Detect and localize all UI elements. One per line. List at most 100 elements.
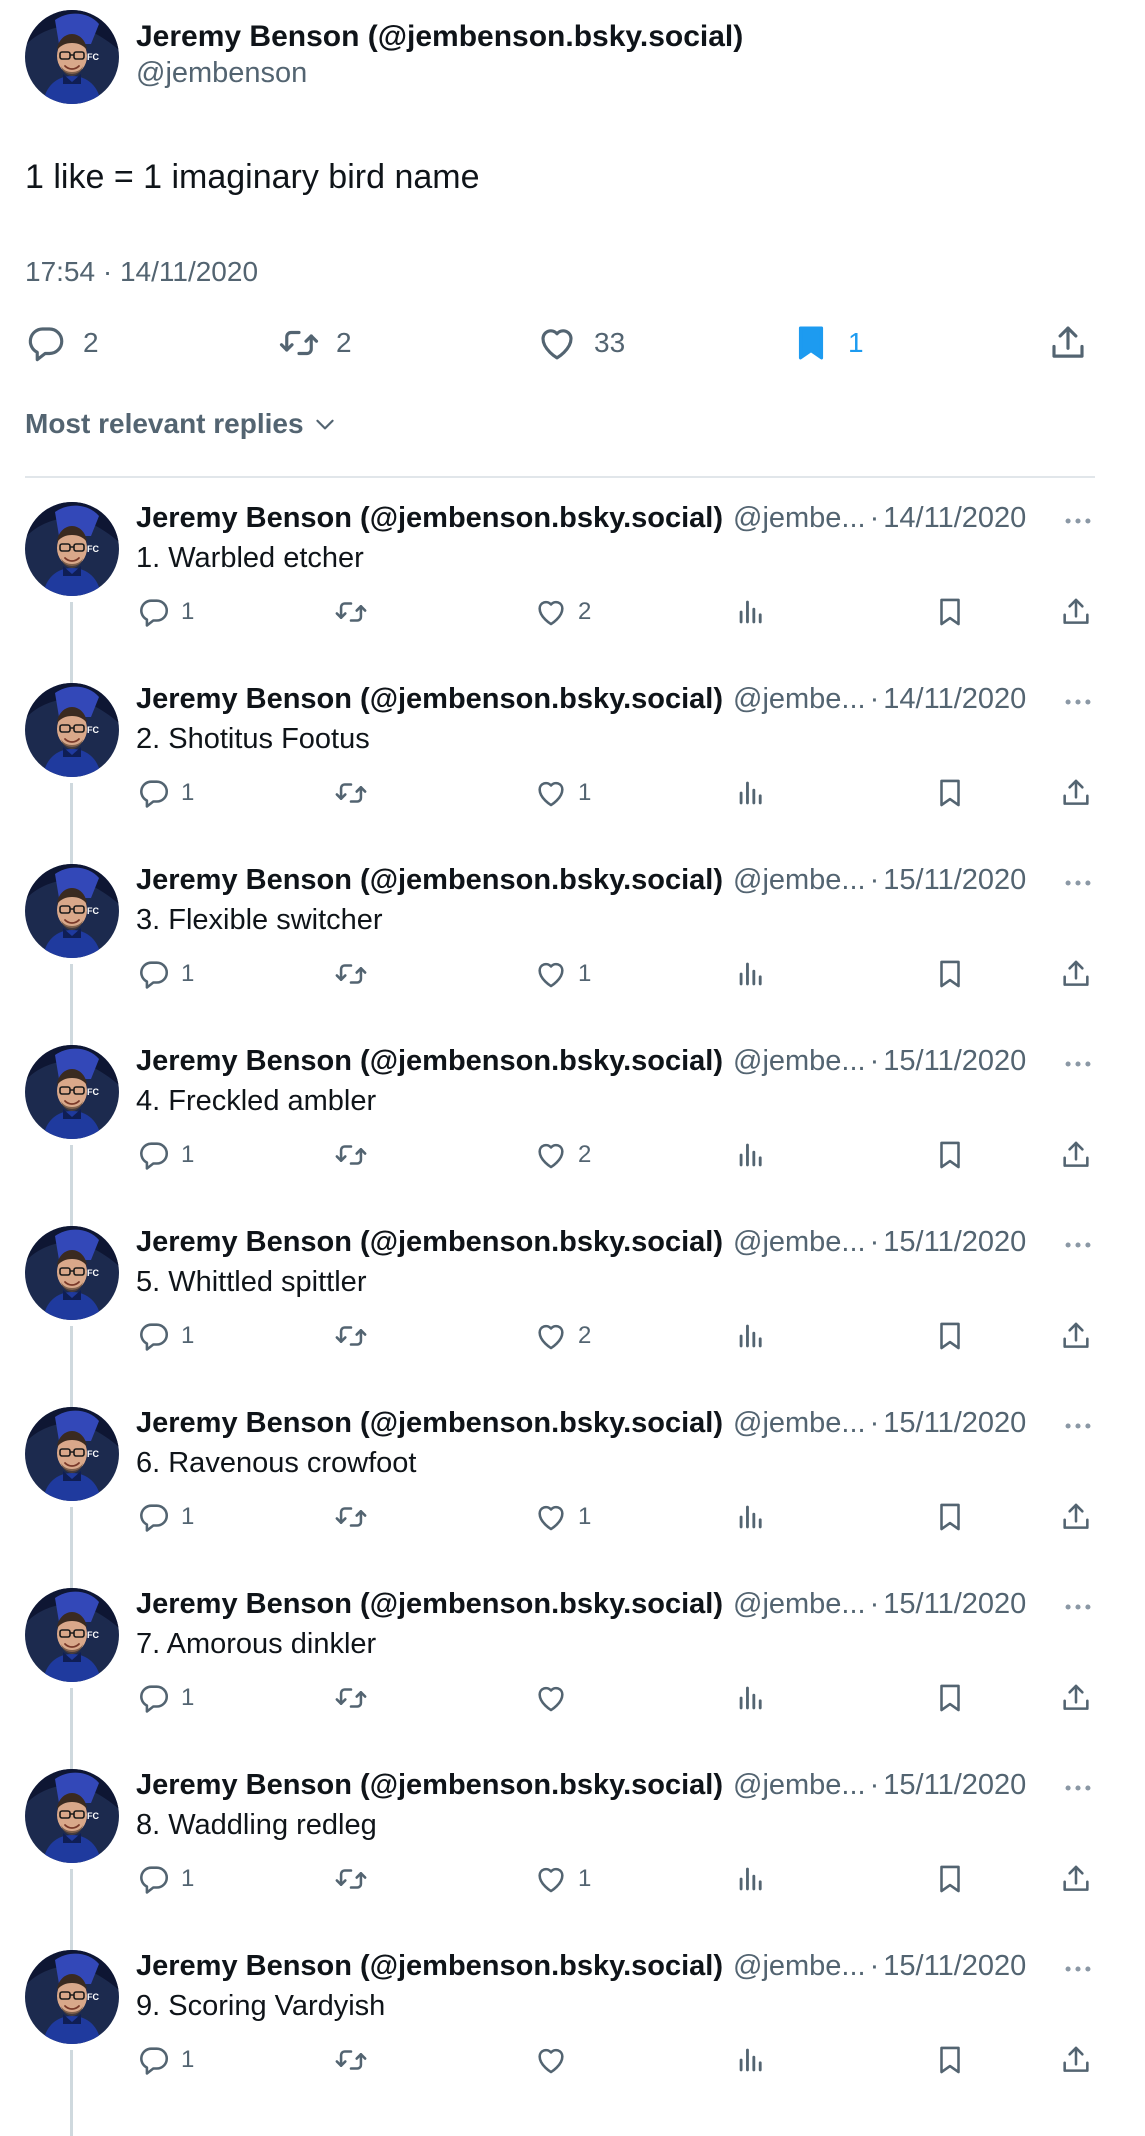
reply-avatar[interactable] [25,1045,119,1139]
reply-author-handle[interactable]: @jembe... [733,864,866,897]
bookmark-button[interactable] [933,2040,967,2080]
like-button[interactable]: 1 [534,1497,591,1537]
reply-avatar[interactable] [25,1769,119,1863]
share-button[interactable] [1059,1859,1093,1899]
like-button[interactable]: 2 [534,592,591,632]
reply-avatar[interactable] [25,1950,119,2044]
like-button[interactable] [534,2040,578,2080]
reply-author-handle[interactable]: @jembe... [733,683,866,716]
repost-button[interactable] [334,773,368,813]
share-button[interactable] [1059,954,1093,994]
repost-button[interactable] [334,1135,368,1175]
reply-date[interactable]: 15/11/2020 [883,1045,1026,1078]
share-button[interactable] [1059,1316,1093,1356]
reply-avatar[interactable] [25,1407,119,1501]
reply-avatar[interactable] [25,864,119,958]
reply-date[interactable]: 15/11/2020 [883,1588,1026,1621]
more-options-button[interactable] [1058,687,1098,717]
views-button[interactable] [734,1678,768,1718]
reply-button[interactable]: 1 [137,592,194,632]
author-handle[interactable]: @jembenson [136,57,307,90]
bookmark-button[interactable] [933,773,967,813]
views-button[interactable] [734,592,768,632]
reply-author-name[interactable]: Jeremy Benson (@jembenson.bsky.social) [136,864,723,897]
reply-date[interactable]: 15/11/2020 [883,864,1026,897]
bookmark-button[interactable] [933,1859,967,1899]
author-name[interactable]: Jeremy Benson (@jembenson.bsky.social) [136,20,743,54]
reply-author-name[interactable]: Jeremy Benson (@jembenson.bsky.social) [136,1226,723,1259]
reply-date[interactable]: 15/11/2020 [883,1407,1026,1440]
reply-button[interactable]: 1 [137,1135,194,1175]
reply-button[interactable]: 1 [137,1678,194,1718]
bookmark-button[interactable] [933,1135,967,1175]
reply-item[interactable]: Jeremy Benson (@jembenson.bsky.social) @… [0,1566,1145,1774]
reply-author-name[interactable]: Jeremy Benson (@jembenson.bsky.social) [136,1407,723,1440]
bookmark-button[interactable] [933,1678,967,1718]
like-button[interactable]: 2 [534,1316,591,1356]
reply-button[interactable]: 2 [25,318,99,368]
more-options-button[interactable] [1058,868,1098,898]
views-button[interactable] [734,1316,768,1356]
reply-author-handle[interactable]: @jembe... [733,1407,866,1440]
bookmark-button[interactable] [933,1316,967,1356]
more-options-button[interactable] [1058,1592,1098,1622]
like-button[interactable]: 1 [534,954,591,994]
more-options-button[interactable] [1058,1411,1098,1441]
tweet-timestamp[interactable]: 17:54 · 14/11/2020 [25,256,258,288]
views-button[interactable] [734,773,768,813]
share-button[interactable] [1059,592,1093,632]
share-button[interactable] [1047,318,1089,368]
more-options-button[interactable] [1058,506,1098,536]
reply-item[interactable]: Jeremy Benson (@jembenson.bsky.social) @… [0,1928,1145,2136]
reply-author-name[interactable]: Jeremy Benson (@jembenson.bsky.social) [136,1588,723,1621]
views-button[interactable] [734,2040,768,2080]
repost-button[interactable] [334,2040,368,2080]
like-button[interactable] [534,1678,578,1718]
reply-date[interactable]: 14/11/2020 [883,502,1026,535]
like-button[interactable]: 1 [534,773,591,813]
reply-avatar[interactable] [25,1226,119,1320]
reply-date[interactable]: 15/11/2020 [883,1950,1026,1983]
like-button[interactable]: 1 [534,1859,591,1899]
reply-item[interactable]: Jeremy Benson (@jembenson.bsky.social) @… [0,1204,1145,1412]
repost-button[interactable] [334,1497,368,1537]
repost-button[interactable] [334,1316,368,1356]
reply-item[interactable]: Jeremy Benson (@jembenson.bsky.social) @… [0,480,1145,688]
reply-date[interactable]: 14/11/2020 [883,683,1026,716]
more-options-button[interactable] [1058,1773,1098,1803]
like-button[interactable]: 2 [534,1135,591,1175]
share-button[interactable] [1059,773,1093,813]
reply-item[interactable]: Jeremy Benson (@jembenson.bsky.social) @… [0,661,1145,869]
share-button[interactable] [1059,2040,1093,2080]
bookmark-button[interactable] [933,592,967,632]
reply-avatar[interactable] [25,683,119,777]
reply-author-name[interactable]: Jeremy Benson (@jembenson.bsky.social) [136,1045,723,1078]
reply-avatar[interactable] [25,1588,119,1682]
reply-author-handle[interactable]: @jembe... [733,1950,866,1983]
reply-button[interactable]: 1 [137,1497,194,1537]
reply-avatar[interactable] [25,502,119,596]
share-button[interactable] [1059,1497,1093,1537]
reply-author-name[interactable]: Jeremy Benson (@jembenson.bsky.social) [136,502,723,535]
reply-item[interactable]: Jeremy Benson (@jembenson.bsky.social) @… [0,842,1145,1050]
reply-button[interactable]: 1 [137,954,194,994]
reply-button[interactable]: 1 [137,773,194,813]
reply-author-name[interactable]: Jeremy Benson (@jembenson.bsky.social) [136,1950,723,1983]
repost-button[interactable] [334,1859,368,1899]
more-options-button[interactable] [1058,1954,1098,1984]
reply-author-handle[interactable]: @jembe... [733,502,866,535]
repost-button[interactable] [334,592,368,632]
share-button[interactable] [1059,1678,1093,1718]
reply-date[interactable]: 15/11/2020 [883,1226,1026,1259]
reply-author-name[interactable]: Jeremy Benson (@jembenson.bsky.social) [136,1769,723,1802]
reply-item[interactable]: Jeremy Benson (@jembenson.bsky.social) @… [0,1385,1145,1593]
author-avatar[interactable] [25,10,119,104]
views-button[interactable] [734,1859,768,1899]
like-button[interactable]: 33 [536,318,625,368]
reply-button[interactable]: 1 [137,2040,194,2080]
reply-date[interactable]: 15/11/2020 [883,1769,1026,1802]
views-button[interactable] [734,954,768,994]
bookmark-button[interactable]: 1 [790,318,864,368]
reply-button[interactable]: 1 [137,1859,194,1899]
views-button[interactable] [734,1497,768,1537]
